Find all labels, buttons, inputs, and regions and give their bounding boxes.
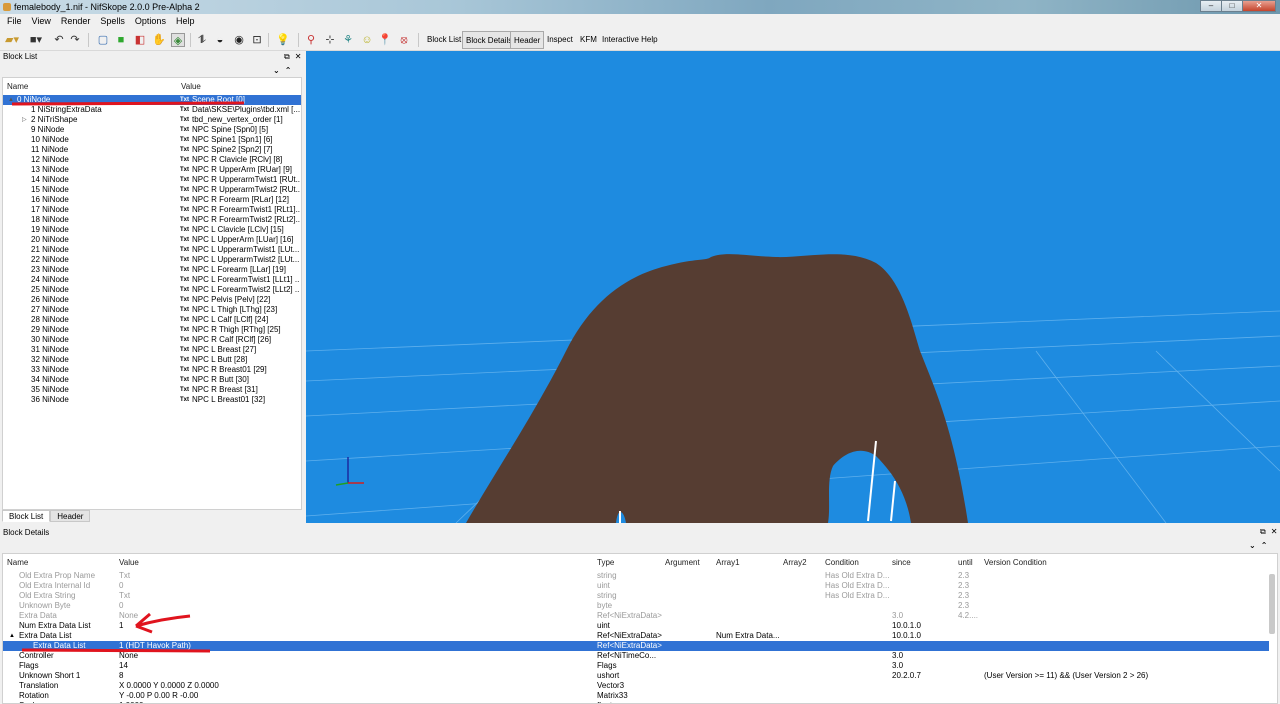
annotation-underline <box>21 648 211 653</box>
annotation-arrow <box>135 612 191 634</box>
annotation-overlay <box>11 101 245 653</box>
annotation-underline <box>11 101 245 106</box>
